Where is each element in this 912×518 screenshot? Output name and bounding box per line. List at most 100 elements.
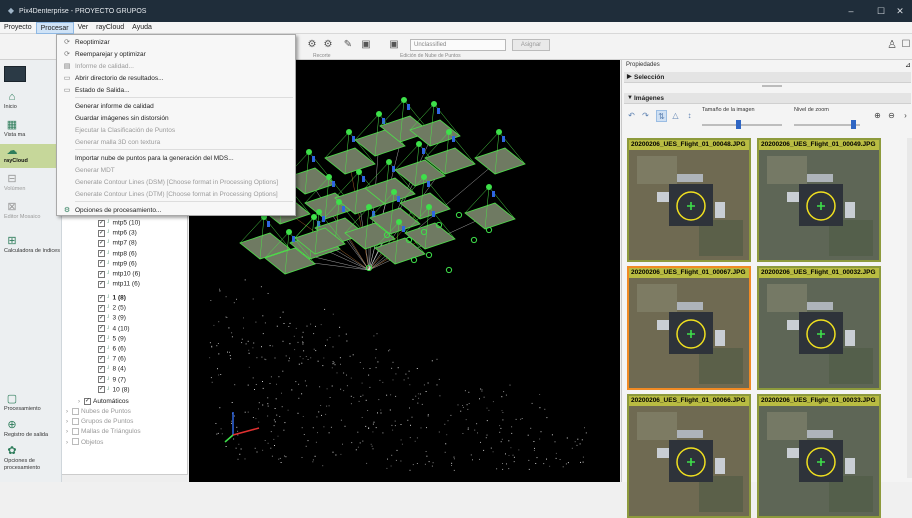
tree-item-mtp[interactable]: ✓ ┘ mtp5 (10) bbox=[62, 218, 188, 228]
menu-raycloud[interactable]: rayCloud bbox=[92, 22, 128, 34]
minimize-button[interactable]: – bbox=[836, 0, 866, 22]
tree-item-numbered[interactable]: ✓ ┘ 2 (5) bbox=[62, 303, 188, 313]
tree-group[interactable]: › Objetos bbox=[62, 438, 188, 448]
image-thumbnail[interactable]: 20200206_UES_Flight_01_00048.JPG bbox=[627, 138, 751, 262]
zoom-in-icon[interactable]: ⊕ bbox=[872, 110, 883, 122]
nav-volumen[interactable]: ⊟ Volúmen bbox=[0, 172, 62, 198]
tree-item-mtp[interactable]: ✓ ┘ mtp7 (8) bbox=[62, 238, 188, 248]
menu-item-abrir-directorio-de-resultados[interactable]: ▭ Abrir directorio de resultados... bbox=[57, 74, 295, 84]
menu-item-generar-malla-3d-con-textura[interactable]: Generar malla 3D con textura bbox=[57, 138, 295, 148]
image-size-slider-thumb[interactable] bbox=[736, 120, 741, 129]
image-thumbnail[interactable]: 20200206_UES_Flight_01_00067.JPG bbox=[627, 266, 751, 390]
nav-procesamiento[interactable]: ▢ Procesamiento bbox=[0, 392, 62, 418]
tree-item-numbered[interactable]: ✓ ┘ 9 (7) bbox=[62, 375, 188, 385]
nav-inicio[interactable]: ⌂ Inicio bbox=[0, 90, 62, 116]
zoom-level-slider-thumb[interactable] bbox=[851, 120, 857, 129]
menu-item-opciones-de-procesamiento[interactable]: ⚙ Opciones de procesamiento... bbox=[57, 206, 295, 216]
tree-item-mtp[interactable]: ✓ ┘ mtp9 (6) bbox=[62, 259, 188, 269]
close-button[interactable]: ✕ bbox=[888, 0, 912, 22]
filter-icon[interactable]: △ bbox=[670, 110, 681, 122]
select-poly-icon[interactable]: ▣ bbox=[388, 39, 400, 51]
section-seleccion[interactable]: ▶ Selección bbox=[624, 72, 911, 83]
menu-item-reoptimizar[interactable]: ⟳ Reoptimizar bbox=[57, 38, 295, 48]
checkbox[interactable]: ✓ bbox=[98, 335, 105, 343]
menu-procesar[interactable]: Procesar bbox=[35, 21, 74, 34]
menu-item-generate-contour-lines-dtm-choose-[interactable]: Generate Contour Lines (DTM) [Choose for… bbox=[57, 190, 295, 200]
rotate-right-icon[interactable]: ↷ bbox=[640, 110, 651, 122]
user-icon[interactable]: ♙ bbox=[886, 39, 898, 51]
splitter-handle[interactable] bbox=[762, 85, 782, 87]
menu-item-importar-nube-de-puntos-para-la-ge[interactable]: Importar nube de puntos para la generaci… bbox=[57, 154, 295, 164]
panel-icon[interactable]: ☐ bbox=[900, 39, 912, 51]
menu-item-guardar-ima-genes-sin-distorsio-n[interactable]: Guardar imágenes sin distorsión bbox=[57, 114, 295, 124]
tree-group[interactable]: › Grupos de Puntos bbox=[62, 417, 188, 427]
checkbox[interactable]: ✓ bbox=[98, 280, 105, 288]
menu-item-estado-de-salida[interactable]: ▭ Estado de Salida... bbox=[57, 86, 295, 96]
menu-item-informe-de-calidad[interactable]: ▤ Informe de calidad... bbox=[57, 62, 295, 72]
menu-proyecto[interactable]: Proyecto bbox=[0, 22, 36, 34]
checkbox[interactable]: ✓ bbox=[98, 365, 105, 373]
checkbox[interactable]: ✓ bbox=[98, 345, 105, 353]
select-rect-icon[interactable]: ▣ bbox=[360, 39, 372, 51]
nav-opciones[interactable]: ✿ Opciones de procesamiento bbox=[0, 444, 62, 480]
checkbox[interactable]: ✓ bbox=[98, 294, 105, 302]
pin-icon[interactable]: ⊿ bbox=[905, 61, 911, 69]
tree-item-mtp[interactable]: ✓ ┘ mtp11 (6) bbox=[62, 279, 188, 289]
tree-item-numbered[interactable]: ✓ ┘ 3 (9) bbox=[62, 313, 188, 323]
tree-item-numbered[interactable]: ✓ ┘ 4 (10) bbox=[62, 324, 188, 334]
image-thumbnail[interactable]: 20200206_UES_Flight_01_00049.JPG bbox=[757, 138, 881, 262]
rotate-left-icon[interactable]: ↶ bbox=[626, 110, 637, 122]
zoom-out-icon[interactable]: ⊖ bbox=[886, 110, 897, 122]
tree-item-numbered[interactable]: ✓ ┘ 8 (4) bbox=[62, 364, 188, 374]
nav-calculadora[interactable]: ⊞ Calculadora de índices bbox=[0, 234, 62, 264]
checkbox[interactable]: ✓ bbox=[98, 304, 105, 312]
tree-group[interactable]: › Mallas de Triángulos bbox=[62, 427, 188, 437]
pencil-icon[interactable]: ✎ bbox=[342, 39, 354, 51]
clip-settings-icon[interactable]: ⚙ bbox=[322, 39, 334, 51]
checkbox[interactable]: ✓ bbox=[98, 219, 105, 227]
menu-item-reemparejar-y-optimizar[interactable]: ⟳ Reemparejar y optimizar bbox=[57, 50, 295, 60]
section-imagenes[interactable]: ▼ Imágenes bbox=[624, 93, 911, 104]
menu-item-ejecutar-la-clasificacio-n-de-punt[interactable]: Ejecutar la Clasificación de Puntos bbox=[57, 126, 295, 136]
tree-automaticos[interactable]: › ✓ Automáticos bbox=[62, 397, 188, 407]
checkbox[interactable]: ✓ bbox=[98, 325, 105, 333]
tree-item-numbered[interactable]: ✓ ┘ 7 (6) bbox=[62, 354, 188, 364]
menu-ver[interactable]: Ver bbox=[74, 22, 93, 34]
zoom-level-slider[interactable] bbox=[794, 124, 860, 126]
checkbox[interactable]: ✓ bbox=[98, 239, 105, 247]
class-select[interactable]: Unclassified bbox=[410, 39, 506, 51]
image-thumbnail[interactable]: 20200206_UES_Flight_01_00033.JPG bbox=[757, 394, 881, 518]
tree-item-numbered[interactable]: ✓ ┘ 5 (9) bbox=[62, 334, 188, 344]
image-size-slider[interactable] bbox=[702, 124, 782, 126]
tree-item-mtp[interactable]: ✓ ┘ mtp8 (6) bbox=[62, 249, 188, 259]
chevron-right-icon[interactable]: › bbox=[900, 110, 911, 122]
checkbox[interactable]: ✓ bbox=[98, 376, 105, 384]
checkbox[interactable]: ✓ bbox=[84, 397, 91, 405]
checkbox[interactable]: ✓ bbox=[98, 270, 105, 278]
images-scrollbar[interactable] bbox=[907, 138, 912, 478]
tree-item-mtp[interactable]: ✓ ┘ mtp10 (6) bbox=[62, 269, 188, 279]
sort-alpha-icon[interactable]: ↕ bbox=[684, 110, 695, 122]
checkbox[interactable]: ✓ bbox=[98, 229, 105, 237]
assign-button[interactable]: Asignar bbox=[512, 39, 550, 51]
image-thumbnail[interactable]: 20200206_UES_Flight_01_00032.JPG bbox=[757, 266, 881, 390]
checkbox[interactable]: ✓ bbox=[98, 250, 105, 258]
checkbox[interactable] bbox=[72, 417, 79, 425]
checkbox[interactable] bbox=[72, 438, 79, 446]
checkbox[interactable]: ✓ bbox=[98, 314, 105, 322]
nav-mapa[interactable]: ▦ Vista ma bbox=[0, 118, 62, 142]
menu-item-generate-contour-lines-dsm-choose-[interactable]: Generate Contour Lines (DSM) [Choose for… bbox=[57, 178, 295, 188]
clip-box-icon[interactable]: ⚙ bbox=[306, 39, 318, 51]
tree-item-numbered[interactable]: ✓ ┘ 6 (6) bbox=[62, 344, 188, 354]
checkbox[interactable] bbox=[72, 407, 79, 415]
sort-icon[interactable]: ⇅ bbox=[656, 110, 667, 122]
tree-item-numbered[interactable]: ✓ ┘ 1 (8) bbox=[62, 293, 188, 303]
tree-item-mtp[interactable]: ✓ ┘ mtp6 (3) bbox=[62, 228, 188, 238]
nav-editor-mosaico[interactable]: ⊠ Editor Mosaico bbox=[0, 200, 62, 230]
checkbox[interactable]: ✓ bbox=[98, 386, 105, 394]
menu-item-generar-mdt[interactable]: Generar MDT bbox=[57, 166, 295, 176]
nav-registro[interactable]: ⊕ Registro de salida bbox=[0, 418, 62, 442]
checkbox[interactable] bbox=[72, 428, 79, 436]
nav-raycloud[interactable]: ☁ rayCloud bbox=[0, 144, 62, 168]
checkbox[interactable]: ✓ bbox=[98, 260, 105, 268]
